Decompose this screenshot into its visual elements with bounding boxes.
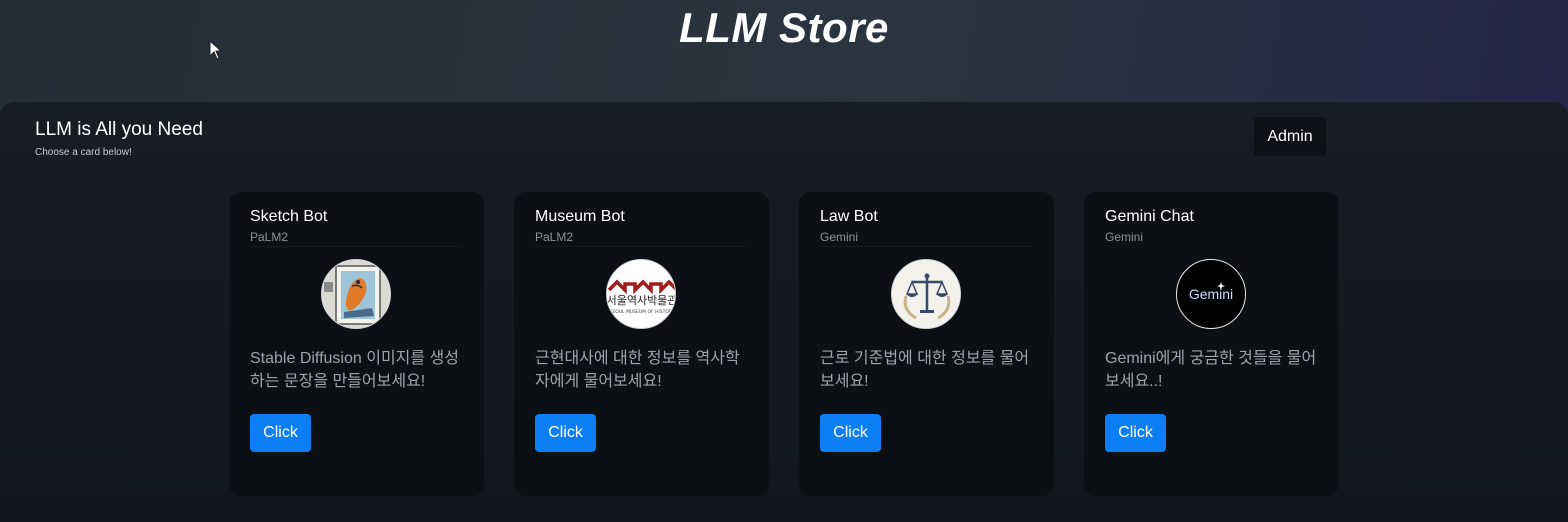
- card-sketch-bot: Sketch Bot PaLM2 Stable Diffusion 이미지를 생…: [229, 192, 484, 496]
- sketch-painting-image: [321, 259, 391, 329]
- card-description: 근로 기준법에 대한 정보를 물어보세요!: [820, 350, 1030, 390]
- card-title: Sketch Bot: [250, 208, 328, 225]
- click-button-museum-bot[interactable]: Click: [535, 414, 596, 452]
- card-title: Museum Bot: [535, 208, 625, 225]
- card-model: Gemini: [820, 230, 859, 244]
- card-law-bot: Law Bot Gemini 근로 기준법에 대한 정보를 물어보세요! Cli…: [799, 192, 1054, 496]
- gemini-logo-image: Gemini: [1176, 259, 1246, 329]
- card-title: Law Bot: [820, 208, 878, 225]
- app-title: LLM Store: [679, 4, 889, 51]
- card-model: Gemini: [1105, 230, 1144, 244]
- card-description: Stable Diffusion 이미지를 생성하는 문장을 만들어보세요!: [250, 350, 459, 390]
- card-gemini-chat: Gemini Chat Gemini Gemini Gemini에게 궁금한 것…: [1084, 192, 1339, 496]
- card-model: PaLM2: [535, 230, 574, 244]
- panel-subtitle: Choose a card below!: [35, 147, 132, 158]
- card-title: Gemini Chat: [1105, 208, 1194, 225]
- admin-button[interactable]: Admin: [1254, 117, 1326, 156]
- panel-title: LLM is All you Need: [35, 119, 203, 140]
- museum-logo-image: 서울역사박물관 SEOUL MUSEUM OF HISTORY: [606, 259, 676, 329]
- click-button-sketch-bot[interactable]: Click: [250, 414, 311, 452]
- card-description: Gemini에게 궁금한 것들을 물어보세요..!: [1105, 350, 1317, 390]
- card-divider: [250, 246, 463, 247]
- card-description: 근현대사에 대한 정보를 역사학자에게 물어보세요!: [535, 350, 740, 390]
- click-button-gemini-chat[interactable]: Click: [1105, 414, 1166, 452]
- scales-of-justice-icon: [891, 259, 961, 329]
- museum-logo-text: 서울역사박물관: [607, 294, 676, 307]
- click-button-law-bot[interactable]: Click: [820, 414, 881, 452]
- card-divider: [535, 246, 748, 247]
- card-model: PaLM2: [250, 230, 289, 244]
- card-divider: [820, 246, 1033, 247]
- card-museum-bot: Museum Bot PaLM2 서울역사박물관 SEOUL MUSEUM OF…: [514, 192, 769, 496]
- museum-logo-subtext: SEOUL MUSEUM OF HISTORY: [610, 309, 675, 315]
- mouse-cursor-icon: [209, 40, 223, 60]
- main-panel: LLM is All you Need Choose a card below!…: [0, 102, 1568, 522]
